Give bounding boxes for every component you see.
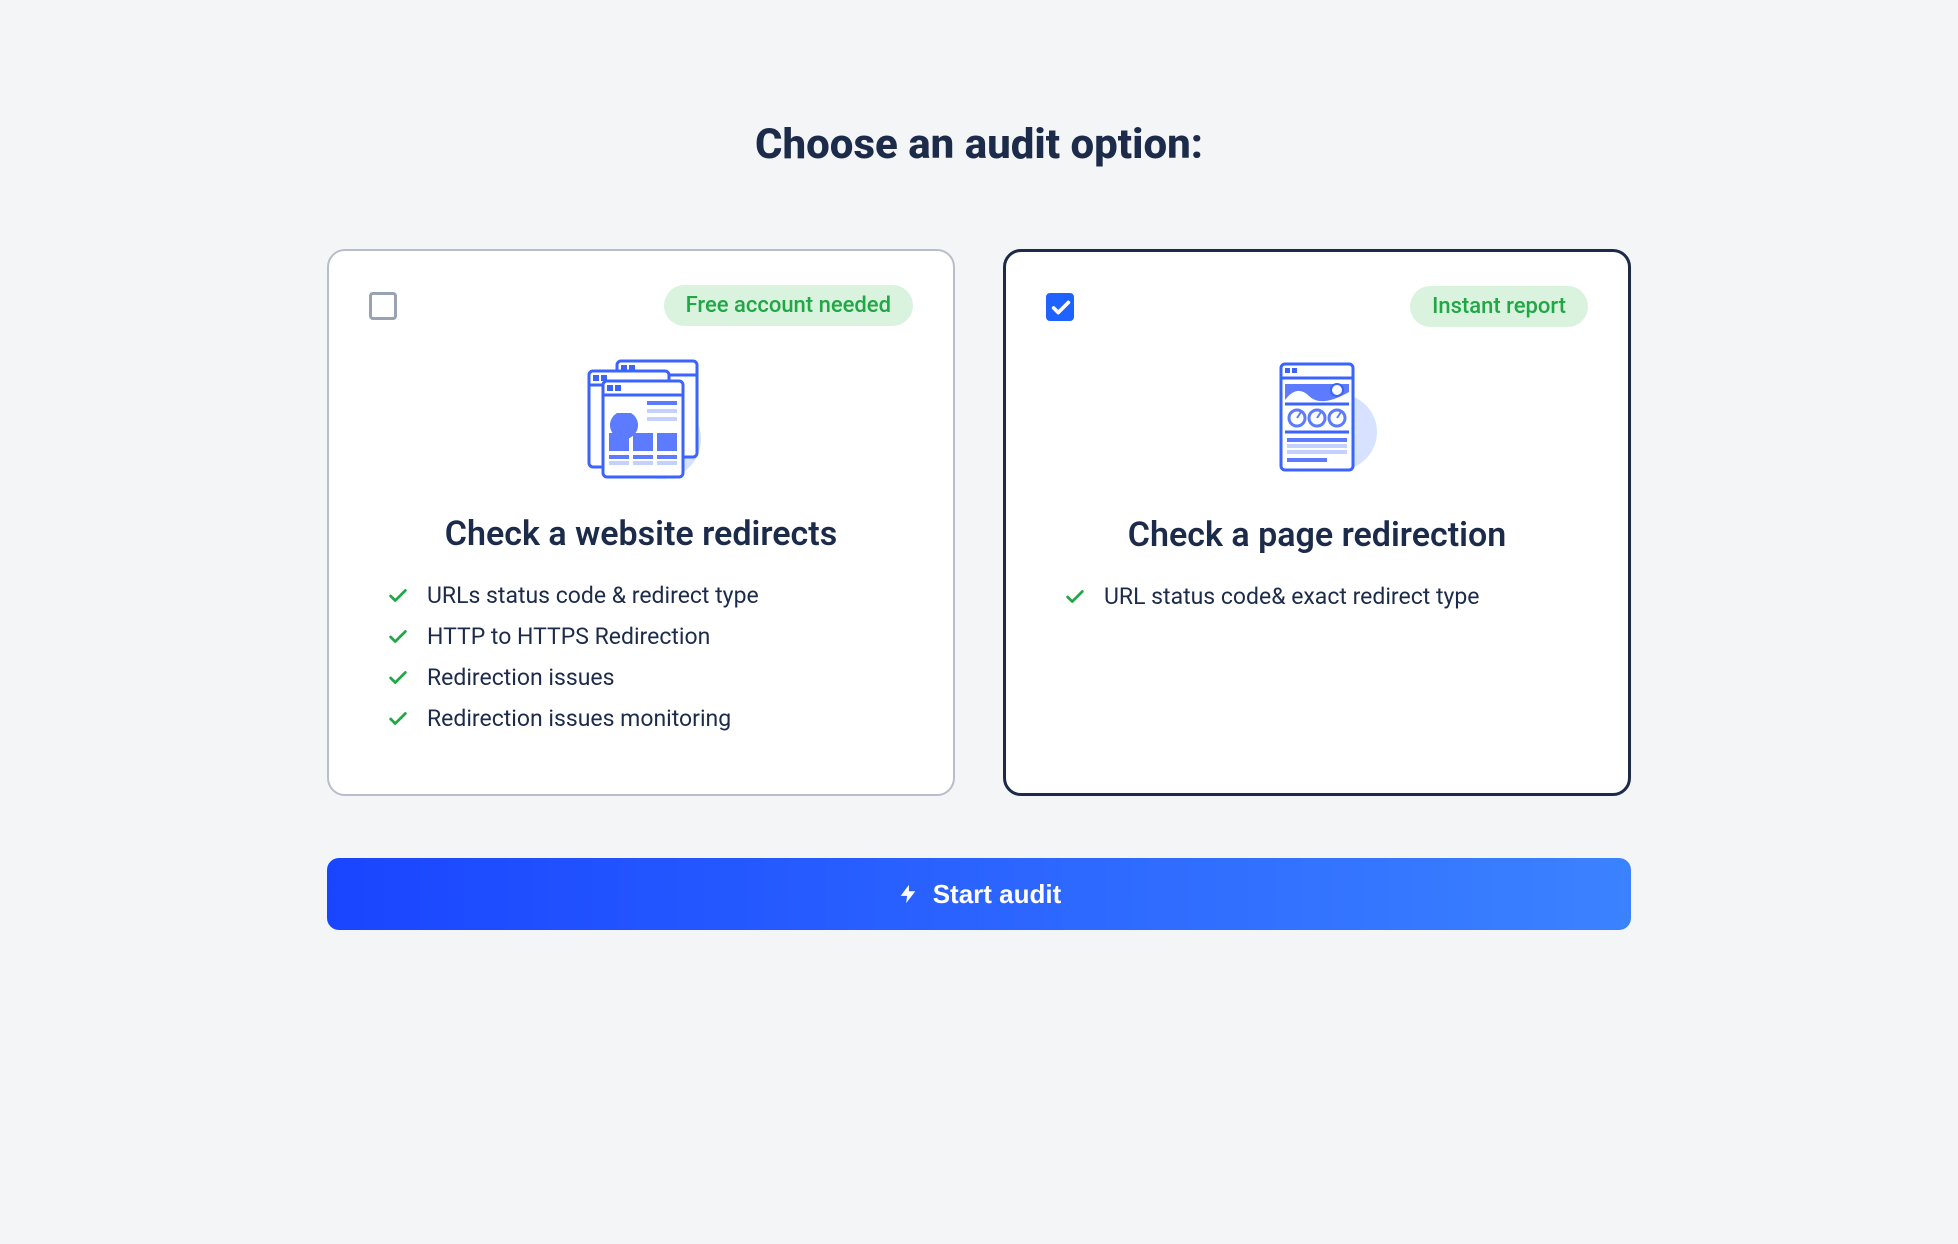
- checkbox-unchecked-icon[interactable]: [369, 292, 397, 320]
- page-title: Choose an audit option:: [755, 120, 1203, 169]
- feature-text: URLs status code & redirect type: [427, 582, 759, 609]
- check-icon: [387, 585, 409, 607]
- feature-text: URL status code& exact redirect type: [1104, 583, 1480, 610]
- badge-instant-report: Instant report: [1410, 286, 1588, 327]
- feature-item: Redirection issues: [387, 664, 895, 691]
- cards-row: Free account needed: [327, 249, 1631, 796]
- start-audit-button[interactable]: Start audit: [327, 858, 1631, 930]
- checkbox-checked-icon[interactable]: [1046, 293, 1074, 321]
- feature-item: URL status code& exact redirect type: [1064, 583, 1570, 610]
- card-title: Check a website redirects: [369, 514, 913, 554]
- single-page-illustration-icon: [1046, 347, 1588, 487]
- feature-item: HTTP to HTTPS Redirection: [387, 623, 895, 650]
- feature-text: Redirection issues monitoring: [427, 705, 731, 732]
- card-website-redirects[interactable]: Free account needed: [327, 249, 955, 796]
- website-pages-illustration-icon: [369, 346, 913, 486]
- lightning-icon: [897, 881, 919, 907]
- check-icon: [1064, 586, 1086, 608]
- badge-free-account: Free account needed: [664, 285, 913, 326]
- check-icon: [387, 708, 409, 730]
- feature-list: URL status code& exact redirect type: [1046, 583, 1588, 610]
- feature-list: URLs status code & redirect type HTTP to…: [369, 582, 913, 732]
- feature-item: Redirection issues monitoring: [387, 705, 895, 732]
- feature-text: HTTP to HTTPS Redirection: [427, 623, 710, 650]
- feature-text: Redirection issues: [427, 664, 614, 691]
- start-audit-label: Start audit: [933, 879, 1062, 910]
- feature-item: URLs status code & redirect type: [387, 582, 895, 609]
- check-icon: [387, 667, 409, 689]
- check-icon: [387, 626, 409, 648]
- card-title: Check a page redirection: [1046, 515, 1588, 555]
- card-page-redirection[interactable]: Instant report: [1003, 249, 1631, 796]
